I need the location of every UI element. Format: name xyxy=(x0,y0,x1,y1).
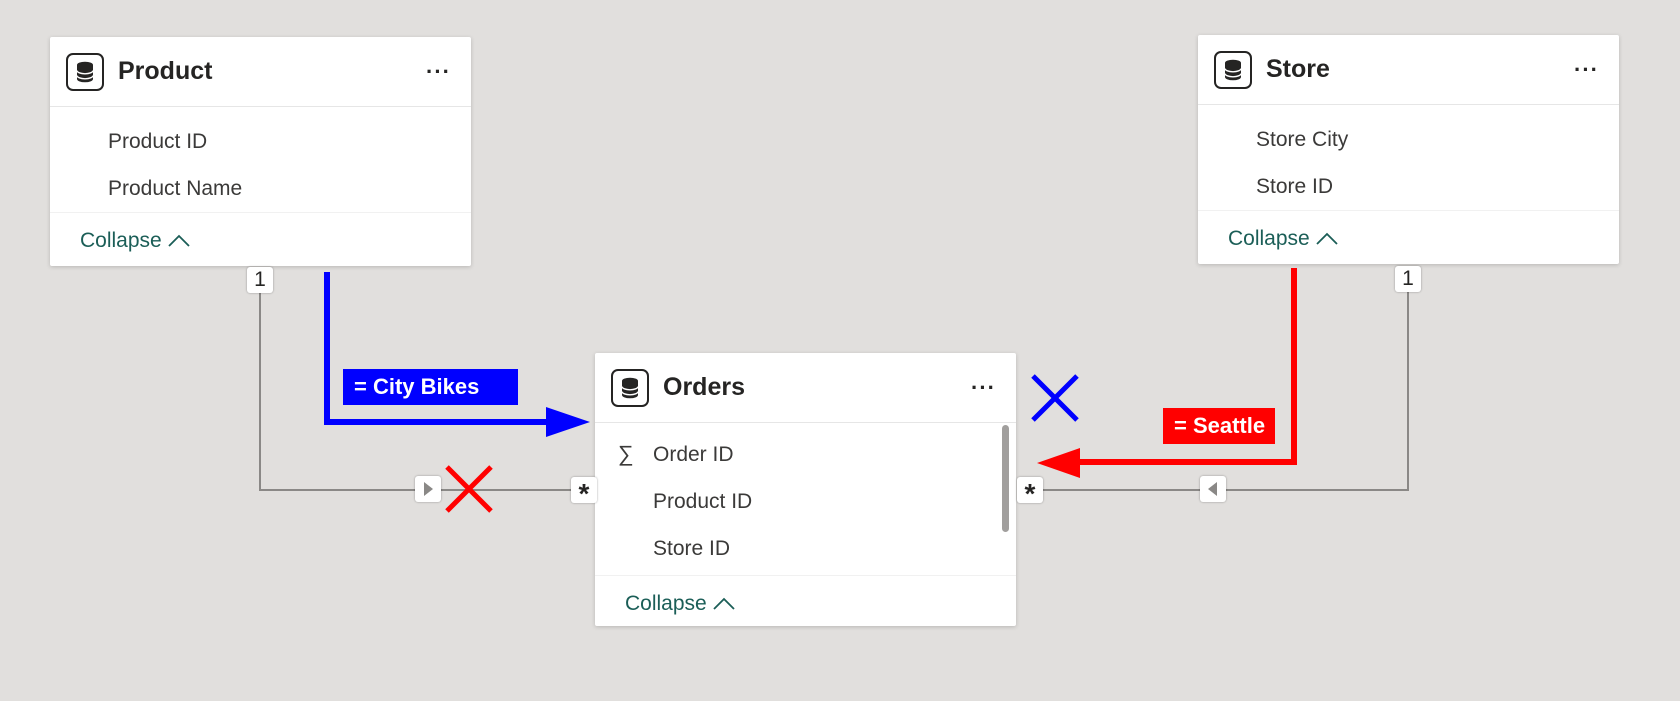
collapse-row: Collapse xyxy=(50,212,471,266)
collapse-button[interactable]: Collapse xyxy=(625,592,735,616)
field-store-id[interactable]: Store ID xyxy=(1198,163,1619,210)
field-label: Order ID xyxy=(653,442,734,466)
product-filter-label: = City Bikes xyxy=(343,369,518,405)
field-product-id[interactable]: Product ID xyxy=(595,478,1016,525)
store-table-header: Store ··· xyxy=(1198,35,1619,105)
scrollbar[interactable] xyxy=(1002,425,1009,532)
store-filter-arrowhead xyxy=(1037,448,1080,478)
product-table-header: Product ··· xyxy=(50,37,471,107)
collapse-button[interactable]: Collapse xyxy=(80,229,190,253)
orders-table-card[interactable]: Orders ··· ∑ Order ID Product ID Store I… xyxy=(595,353,1016,626)
triangle-right-icon[interactable] xyxy=(415,476,441,502)
field-product-id[interactable]: Product ID xyxy=(50,118,471,165)
table-title: Store xyxy=(1266,55,1330,83)
cardinality-one-product: 1 xyxy=(247,267,273,293)
x-mark-icon xyxy=(445,465,493,513)
store-filter-label: = Seattle xyxy=(1163,408,1275,444)
collapse-label: Collapse xyxy=(625,591,707,615)
triangle-left-icon[interactable] xyxy=(1200,476,1226,502)
field-order-id[interactable]: ∑ Order ID xyxy=(595,431,1016,478)
database-icon xyxy=(66,52,104,91)
collapse-row: Collapse xyxy=(595,575,1016,626)
product-filter-arrowhead xyxy=(546,407,590,437)
field-store-id[interactable]: Store ID xyxy=(595,525,1016,572)
field-store-city[interactable]: Store City xyxy=(1198,116,1619,163)
x-mark-icon xyxy=(1031,374,1079,422)
collapse-label: Collapse xyxy=(1228,226,1310,250)
database-icon xyxy=(1214,50,1252,89)
collapse-row: Collapse xyxy=(1198,210,1619,264)
table-title: Orders xyxy=(663,373,745,401)
chevron-up-icon xyxy=(168,234,190,247)
more-options-icon[interactable]: ··· xyxy=(967,376,1000,399)
cardinality-many-left: * xyxy=(571,477,597,509)
chevron-up-icon xyxy=(713,597,735,610)
more-options-icon[interactable]: ··· xyxy=(422,60,455,83)
cardinality-many-right: * xyxy=(1017,477,1043,509)
relationship-line-store-orders[interactable] xyxy=(1025,278,1409,491)
table-title: Product xyxy=(118,57,213,85)
collapse-label: Collapse xyxy=(80,228,162,252)
field-product-name[interactable]: Product Name xyxy=(50,165,471,212)
chevron-up-icon xyxy=(1316,232,1338,245)
database-icon xyxy=(611,368,649,407)
sigma-icon: ∑ xyxy=(618,441,634,466)
orders-table-header: Orders ··· xyxy=(595,353,1016,423)
product-table-card[interactable]: Product ··· Product ID Product Name Coll… xyxy=(50,37,471,266)
cardinality-one-store: 1 xyxy=(1395,266,1421,292)
store-table-card[interactable]: Store ··· Store City Store ID Collapse xyxy=(1198,35,1619,264)
more-options-icon[interactable]: ··· xyxy=(1570,58,1603,81)
collapse-button[interactable]: Collapse xyxy=(1228,227,1338,251)
